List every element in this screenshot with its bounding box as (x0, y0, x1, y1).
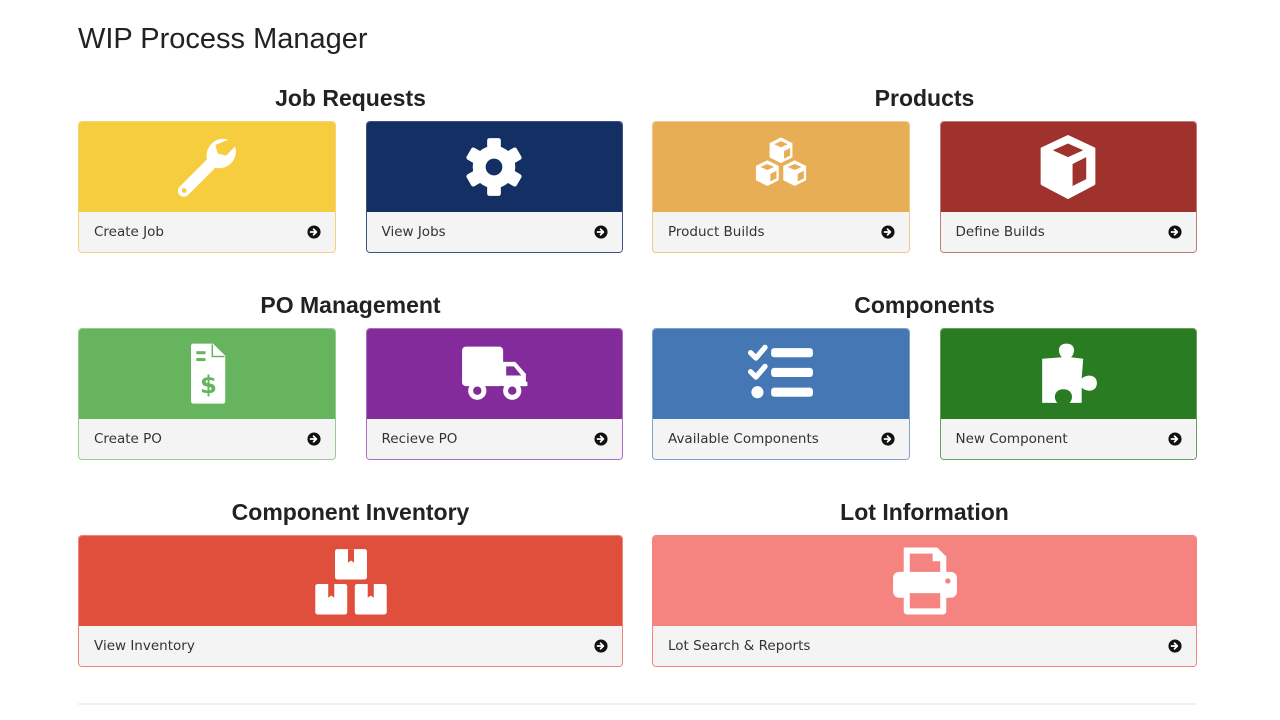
tile-label: View Inventory (94, 638, 195, 654)
new-component-tile[interactable]: New Component (939, 328, 1197, 460)
tile-footer[interactable]: Create PO (79, 419, 335, 459)
create-po-tile[interactable]: $ Create PO (78, 328, 336, 460)
section-products: Products Product Builds Define Builds (652, 83, 1197, 253)
wrench-icon (177, 138, 236, 197)
tile-banner (653, 329, 909, 419)
lot-search-reports-tile[interactable]: Lot Search & Reports (652, 535, 1197, 667)
section-po-management: PO Management $ Create PO Recieve PO (78, 290, 623, 460)
product-builds-tile[interactable]: Product Builds (652, 121, 910, 253)
section-title: Job Requests (275, 85, 426, 111)
arrow-circle-right-icon (594, 432, 608, 446)
checklist-icon (747, 344, 813, 399)
section-title: Products (874, 85, 975, 111)
tile-banner (653, 536, 1196, 626)
tile-banner (366, 122, 622, 212)
tile-footer[interactable]: Lot Search & Reports (653, 626, 1196, 666)
tile-label: Lot Search & Reports (668, 638, 811, 654)
tile-footer[interactable]: Define Builds (940, 212, 1196, 252)
section-component-inventory: Component Inventory View Inventory (78, 497, 623, 667)
tile-banner (653, 122, 909, 212)
boxes-icon (314, 549, 387, 615)
section-title: Components (854, 292, 995, 318)
section-title: PO Management (260, 292, 441, 318)
cube-icon (1040, 135, 1096, 199)
tile-banner: $ (79, 329, 335, 419)
tile-footer[interactable]: Product Builds (653, 212, 909, 252)
tile-banner (940, 329, 1196, 419)
cubes-icon (754, 135, 808, 188)
section-job-requests: Job Requests Create Job View Jobs (78, 83, 623, 253)
tile-label: View Jobs (381, 224, 446, 240)
arrow-circle-right-icon (1168, 432, 1182, 446)
tile-label: Define Builds (955, 224, 1045, 240)
tile-label: Product Builds (668, 224, 765, 240)
available-components-tile[interactable]: Available Components (652, 328, 910, 460)
tile-footer[interactable]: Recieve PO (366, 419, 622, 459)
view-jobs-tile[interactable]: View Jobs (365, 121, 623, 253)
arrow-circle-right-icon (594, 639, 608, 653)
tile-banner (366, 329, 622, 419)
footer-divider (78, 703, 1196, 705)
create-job-tile[interactable]: Create Job (78, 121, 336, 253)
svg-text:$: $ (200, 370, 217, 399)
recieve-po-tile[interactable]: Recieve PO (365, 328, 623, 460)
page-title: WIP Process Manager (78, 23, 368, 55)
tile-label: Create PO (94, 431, 162, 447)
tile-footer[interactable]: Create Job (79, 212, 335, 252)
tile-footer[interactable]: New Component (940, 419, 1196, 459)
arrow-circle-right-icon (880, 225, 895, 239)
tile-footer[interactable]: View Inventory (79, 626, 622, 666)
section-components: Components Available Components New Comp… (652, 290, 1197, 460)
view-inventory-tile[interactable]: View Inventory (78, 535, 623, 667)
tile-banner (79, 536, 622, 626)
arrow-circle-right-icon (306, 225, 321, 239)
arrow-circle-right-icon (1168, 639, 1182, 653)
arrow-circle-right-icon (880, 432, 895, 446)
invoice-dollar-icon: $ (190, 343, 225, 404)
section-title: Component Inventory (231, 499, 470, 525)
arrow-circle-right-icon (306, 432, 321, 446)
tile-footer[interactable]: Available Components (653, 419, 909, 459)
section-lot-information: Lot Information Lot Search & Reports (652, 497, 1197, 667)
tile-label: Available Components (668, 431, 819, 447)
define-builds-tile[interactable]: Define Builds (939, 121, 1197, 253)
section-title: Lot Information (840, 499, 1009, 525)
tile-label: Create Job (94, 224, 164, 240)
gear-icon (466, 138, 522, 196)
tile-label: Recieve PO (381, 431, 458, 447)
puzzle-piece-icon (1042, 343, 1098, 403)
tile-banner (940, 122, 1196, 212)
arrow-circle-right-icon (1168, 225, 1182, 239)
tile-footer[interactable]: View Jobs (366, 212, 622, 252)
tile-label: New Component (955, 431, 1068, 447)
tile-banner (79, 122, 335, 212)
truck-icon (462, 346, 528, 400)
printer-icon (892, 547, 957, 615)
arrow-circle-right-icon (594, 225, 608, 239)
